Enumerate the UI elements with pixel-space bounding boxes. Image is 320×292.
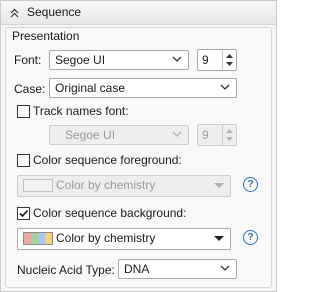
case-label: Case: [14, 82, 46, 96]
help-circle-icon[interactable]: ? [243, 230, 258, 245]
chevron-down-icon [214, 236, 224, 241]
spin-up-icon[interactable] [226, 129, 233, 134]
spin-down-icon[interactable] [226, 137, 233, 142]
panel-title: Sequence [27, 5, 82, 19]
spin-down-icon[interactable] [226, 62, 233, 67]
check-icon [19, 209, 29, 218]
group-title: Presentation [12, 29, 80, 43]
track-font-value: Segoe UI [65, 128, 116, 142]
swatch-segment [45, 233, 52, 244]
swatch-segment [38, 233, 45, 244]
case-value: Original case [55, 81, 126, 95]
color-foreground-checkbox[interactable] [17, 154, 30, 167]
help-circle-icon[interactable]: ? [243, 177, 258, 192]
chevron-down-icon [172, 131, 182, 137]
chevron-down-icon [220, 265, 230, 271]
color-swatch [23, 232, 53, 245]
chevron-down-icon [172, 56, 182, 62]
color-swatch-empty [23, 179, 53, 192]
track-font-size-value: 9 [202, 128, 209, 142]
track-font-select[interactable]: Segoe UI [49, 125, 189, 145]
collapse-up-icon[interactable] [10, 8, 19, 18]
color-foreground-label: Color sequence foreground: [33, 153, 182, 167]
track-font-size-spinner[interactable]: 9 [197, 124, 237, 146]
nucleic-acid-value: DNA [124, 262, 150, 276]
color-background-checkbox[interactable] [17, 207, 30, 220]
font-value: Segoe UI [55, 53, 106, 67]
color-background-select[interactable]: Color by chemistry [17, 228, 231, 250]
color-foreground-value: Color by chemistry [56, 178, 156, 192]
font-size-value: 9 [202, 53, 209, 67]
panel-header[interactable]: Sequence [1, 1, 276, 25]
nucleic-acid-label: Nucleic Acid Type: [17, 263, 115, 277]
chevron-down-icon [220, 84, 230, 90]
track-names-font-label: Track names font: [33, 104, 129, 118]
track-names-font-checkbox[interactable] [17, 105, 30, 118]
case-select[interactable]: Original case [49, 78, 237, 98]
color-foreground-select[interactable]: Color by chemistry [17, 175, 231, 197]
color-background-label: Color sequence background: [33, 206, 187, 220]
color-background-value: Color by chemistry [56, 231, 156, 245]
font-label: Font: [14, 53, 42, 67]
font-select[interactable]: Segoe UI [49, 50, 189, 70]
swatch-segment [24, 233, 31, 244]
spin-up-icon[interactable] [226, 54, 233, 59]
chevron-down-icon [214, 183, 224, 188]
swatch-segment [31, 233, 38, 244]
font-size-spinner[interactable]: 9 [197, 49, 237, 71]
nucleic-acid-select[interactable]: DNA [118, 259, 237, 279]
